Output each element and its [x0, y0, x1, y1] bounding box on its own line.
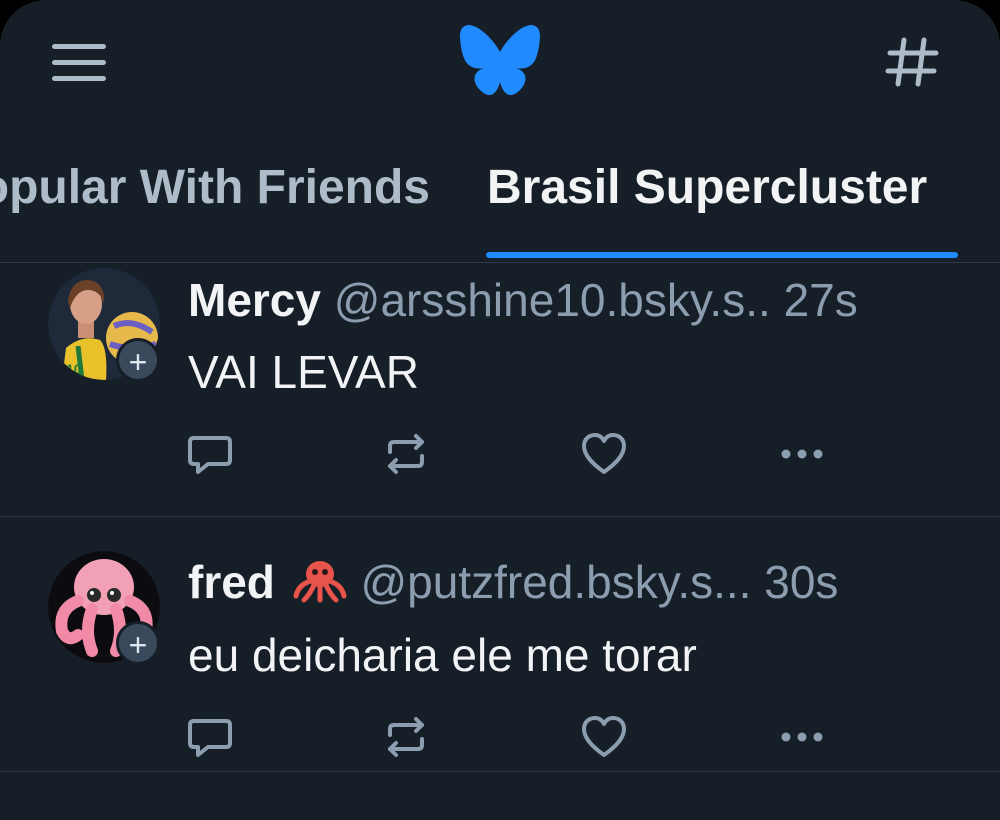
- display-name[interactable]: fred: [188, 556, 275, 608]
- app-window: Popular With Friends Brasil Supercluster: [0, 0, 1000, 820]
- tab-brasil-supercluster[interactable]: Brasil Supercluster: [487, 160, 927, 216]
- repost-icon[interactable]: [382, 430, 430, 478]
- more-icon[interactable]: [778, 713, 826, 761]
- post-item[interactable]: 10 + Mercy @arsshine10.bsky.s.. 27s VAI …: [0, 262, 1000, 517]
- like-icon[interactable]: [580, 713, 628, 761]
- active-tab-indicator: [486, 252, 958, 258]
- post-item[interactable]: + fred @putzfred.bsky.s... 30s eu deicha…: [0, 517, 1000, 772]
- post-timestamp[interactable]: 27s: [784, 274, 858, 326]
- post-text: eu deicharia ele me torar: [188, 629, 697, 681]
- avatar[interactable]: +: [48, 551, 160, 665]
- reply-icon[interactable]: [186, 430, 234, 478]
- post-header: fred @putzfred.bsky.s... 30s: [188, 554, 968, 610]
- tab-popular-with-friends[interactable]: Popular With Friends: [0, 160, 430, 216]
- like-icon[interactable]: [580, 430, 628, 478]
- post-timestamp[interactable]: 30s: [764, 556, 838, 608]
- display-name[interactable]: Mercy: [188, 274, 321, 326]
- feed-tabs: Popular With Friends Brasil Supercluster: [0, 140, 1000, 263]
- svg-text:10: 10: [66, 361, 82, 377]
- reply-icon[interactable]: [186, 713, 234, 761]
- hashtag-icon[interactable]: [884, 34, 940, 90]
- top-bar: [0, 0, 1000, 120]
- follow-button[interactable]: +: [116, 338, 160, 382]
- user-handle[interactable]: @putzfred.bsky.s...: [360, 556, 751, 608]
- repost-icon[interactable]: [382, 713, 430, 761]
- user-handle[interactable]: @arsshine10.bsky.s..: [334, 274, 771, 326]
- more-icon[interactable]: [778, 430, 826, 478]
- post-header: Mercy @arsshine10.bsky.s.. 27s: [188, 272, 968, 328]
- follow-button[interactable]: +: [116, 621, 160, 665]
- hamburger-menu-icon[interactable]: [52, 40, 108, 84]
- bluesky-butterfly-icon[interactable]: [458, 24, 542, 98]
- octopus-emoji-icon: [293, 561, 347, 603]
- avatar[interactable]: 10 +: [48, 268, 160, 382]
- post-text: VAI LEVAR: [188, 346, 419, 398]
